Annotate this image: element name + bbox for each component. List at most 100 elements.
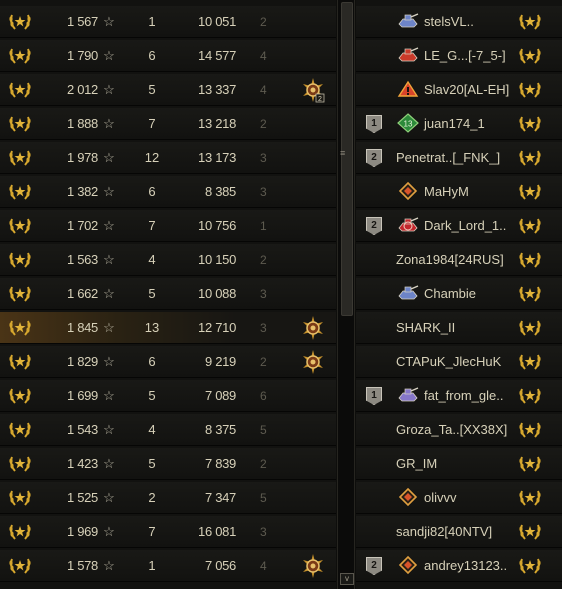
player-name-row[interactable]: Zona1984[24RUS]	[356, 244, 562, 276]
player-name-row[interactable]: SHARK_II	[356, 312, 562, 344]
player-name-row[interactable]: CTAPuK_JlecHuK	[356, 346, 562, 378]
player-name-row[interactable]: 1 fat_from_gle..	[356, 380, 562, 412]
player-name[interactable]: fat_from_gle..	[396, 380, 532, 412]
battles-value: 1	[148, 558, 156, 573]
player-name-row[interactable]: Chambie	[356, 278, 562, 310]
player-name[interactable]: sandji82[40NTV]	[396, 516, 532, 548]
player-name[interactable]: andrey13123..	[396, 550, 532, 582]
battles-value: 4	[148, 252, 156, 267]
player-stat-row[interactable]: 1 790 ☆ 6 14 577 4	[0, 40, 336, 72]
scroll-down-button[interactable]: v	[340, 573, 354, 585]
battles-value: 5	[148, 286, 156, 301]
player-name[interactable]: 13 juan174_1	[396, 108, 532, 140]
rating-value: 1 567	[66, 14, 98, 29]
laurel-rank-icon	[518, 176, 542, 208]
laurel-rank-icon	[8, 40, 32, 72]
experience-value: 7 056	[204, 558, 236, 573]
player-stat-row[interactable]: 1 978 ☆ 12 13 173 3	[0, 142, 336, 174]
rating-value: 1 978	[66, 150, 98, 165]
player-name[interactable]: Groza_Ta..[XX38X]	[396, 414, 532, 446]
star-icon: ☆	[103, 150, 115, 165]
player-name-row[interactable]: 1 13 juan174_1	[356, 108, 562, 140]
player-name-row[interactable]: LE_G...[-7_5-]	[356, 40, 562, 72]
player-stat-row[interactable]: 1 845 ☆ 13 12 710 3	[0, 312, 336, 344]
squad-badge-icon: 2	[366, 210, 384, 242]
player-stat-row[interactable]: 1 888 ☆ 7 13 218 2	[0, 108, 336, 140]
squad-badge-icon: 1	[366, 108, 384, 140]
player-stat-row[interactable]: 1 423 ☆ 5 7 839 2	[0, 448, 336, 480]
rank-value: 2	[260, 117, 267, 131]
player-name-row[interactable]: Groza_Ta..[XX38X]	[356, 414, 562, 446]
player-name[interactable]: Penetrat..[_FNK_]	[396, 142, 532, 174]
player-name-row[interactable]: sandji82[40NTV]	[356, 516, 562, 548]
rank-value: 4	[260, 83, 267, 97]
player-stat-row[interactable]: 1 563 ☆ 4 10 150 2	[0, 244, 336, 276]
player-name[interactable]: olivvv	[396, 482, 532, 514]
player-stat-row[interactable]: 1 543 ☆ 4 8 375 5	[0, 414, 336, 446]
player-name[interactable]: GR_IM	[396, 448, 532, 480]
scrollbar-thumb[interactable]	[341, 2, 353, 316]
medal-icon	[300, 550, 328, 582]
player-stat-row[interactable]: 1 969 ☆ 7 16 081 3	[0, 516, 336, 548]
player-name[interactable]: Chambie	[396, 278, 532, 310]
rating-value: 1 662	[66, 286, 98, 301]
svg-text:2: 2	[318, 96, 322, 103]
player-stat-row[interactable]: 1 699 ☆ 5 7 089 6	[0, 380, 336, 412]
laurel-rank-icon	[8, 176, 32, 208]
player-name[interactable]: SHARK_II	[396, 312, 532, 344]
player-stat-row[interactable]: 1 525 ☆ 2 7 347 5	[0, 482, 336, 514]
player-name-row[interactable]: 2 andrey13123..	[356, 550, 562, 582]
rank-value: 3	[260, 525, 267, 539]
player-stat-row[interactable]: 1 702 ☆ 7 10 756 1	[0, 210, 336, 242]
tank-blue-icon	[398, 285, 419, 300]
rank-value: 3	[260, 287, 267, 301]
player-name-text: Penetrat..[_FNK_]	[396, 150, 501, 165]
player-name-row[interactable]: 2 Dark_Lord_1..	[356, 210, 562, 242]
player-stat-row[interactable]: 1 578 ☆ 1 7 056 4	[0, 550, 336, 582]
medal-slot	[300, 482, 328, 514]
rank-value: 4	[260, 559, 267, 573]
medal-slot	[300, 448, 328, 480]
player-name-text: andrey13123..	[424, 558, 508, 573]
laurel-rank-icon	[518, 312, 542, 344]
rating-value: 1 702	[66, 218, 98, 233]
player-stat-row[interactable]: 2 012 ☆ 5 13 337 4 2	[0, 74, 336, 106]
player-name[interactable]: MaHyM	[396, 176, 532, 208]
player-name[interactable]: LE_G...[-7_5-]	[396, 40, 532, 72]
rating-value: 1 699	[66, 388, 98, 403]
player-name[interactable]: Zona1984[24RUS]	[396, 244, 532, 276]
battles-value: 6	[148, 184, 156, 199]
player-stats-table: 1 567 ☆ 1 10 051 2 1 790 ☆ 6 14 577 4 2 …	[0, 0, 336, 589]
player-stat-row[interactable]: 1 829 ☆ 6 9 219 2	[0, 346, 336, 378]
player-stat-row[interactable]: 1 567 ☆ 1 10 051 2	[0, 6, 336, 38]
player-name-row[interactable]: GR_IM	[356, 448, 562, 480]
player-stat-row[interactable]: 1 382 ☆ 6 8 385 3	[0, 176, 336, 208]
player-name-text: Zona1984[24RUS]	[396, 252, 504, 267]
rating-value: 1 563	[66, 252, 98, 267]
laurel-rank-icon	[518, 210, 542, 242]
rank-value: 2	[260, 15, 267, 29]
star-icon: ☆	[103, 82, 115, 97]
badge-slot	[366, 312, 384, 344]
player-name-row[interactable]: olivvv	[356, 482, 562, 514]
player-name[interactable]: Slav20[AL-EH]	[396, 74, 532, 106]
player-name-row[interactable]: stelsVL..	[356, 6, 562, 38]
vertical-scrollbar[interactable]: ≡ v	[337, 0, 355, 589]
player-name[interactable]: stelsVL..	[396, 6, 532, 38]
experience-value: 10 088	[198, 286, 236, 301]
star-icon: ☆	[103, 524, 115, 539]
player-name[interactable]: Dark_Lord_1..	[396, 210, 532, 242]
player-name-row[interactable]: 2 Penetrat..[_FNK_]	[356, 142, 562, 174]
player-name-row[interactable]: Slav20[AL-EH]	[356, 74, 562, 106]
player-name-row[interactable]: MaHyM	[356, 176, 562, 208]
star-icon: ☆	[103, 48, 115, 63]
rank-value: 2	[260, 457, 267, 471]
medal-slot	[300, 108, 328, 140]
squad-badge-icon: 1	[366, 380, 384, 412]
player-stat-row[interactable]: 1 662 ☆ 5 10 088 3	[0, 278, 336, 310]
player-name-text: CTAPuK_JlecHuK	[396, 354, 502, 369]
player-name[interactable]: CTAPuK_JlecHuK	[396, 346, 532, 378]
experience-value: 7 089	[204, 388, 236, 403]
badge-slot	[366, 448, 384, 480]
diamond-orange-icon	[398, 555, 418, 575]
